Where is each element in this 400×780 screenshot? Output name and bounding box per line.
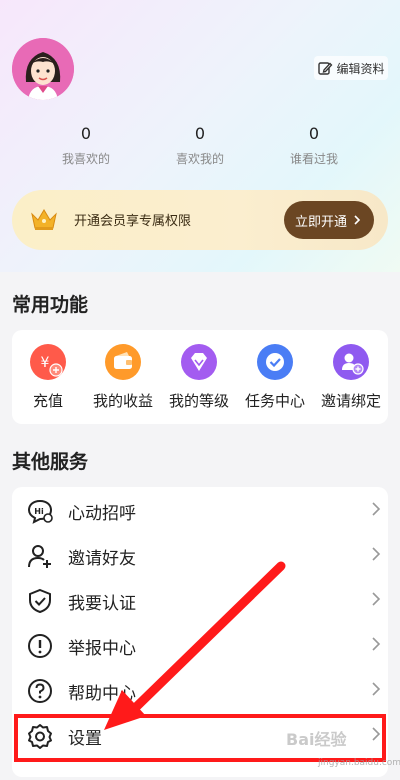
watermark: Bai经验 bbox=[286, 730, 347, 749]
shield-check-icon bbox=[29, 588, 51, 614]
function-label: 我的等级 bbox=[168, 392, 229, 410]
avatar[interactable] bbox=[12, 38, 74, 100]
stat-label: 喜欢我的 bbox=[175, 152, 224, 166]
chevron-right-icon bbox=[354, 215, 361, 225]
service-label: 帮助中心 bbox=[68, 684, 136, 704]
chevron-right-icon bbox=[372, 727, 381, 741]
chevron-right-icon bbox=[372, 592, 381, 606]
service-item-invite-friends[interactable]: 邀请好友 bbox=[12, 532, 388, 577]
function-label: 充值 bbox=[32, 392, 63, 410]
function-recharge[interactable]: ¥ 充值 bbox=[11, 344, 85, 411]
vip-banner[interactable]: 开通会员享专属权限 立即开通 bbox=[12, 190, 388, 250]
service-item-help[interactable]: 帮助中心 bbox=[12, 667, 388, 712]
recharge-icon: ¥ bbox=[30, 344, 66, 380]
vip-text: 开通会员享专属权限 bbox=[74, 214, 192, 229]
invite-user-icon bbox=[333, 344, 369, 380]
avatar-image bbox=[12, 38, 74, 100]
service-label: 设置 bbox=[68, 729, 102, 749]
chevron-right-icon bbox=[372, 547, 381, 561]
edit-icon bbox=[318, 62, 333, 75]
chevron-right-icon bbox=[372, 682, 381, 696]
stat-count: 0 bbox=[80, 124, 92, 143]
hi-chat-icon: Hi bbox=[27, 499, 53, 524]
svg-text:¥: ¥ bbox=[41, 355, 50, 371]
function-label: 任务中心 bbox=[244, 392, 305, 410]
service-item-verification[interactable]: 我要认证 bbox=[12, 577, 388, 622]
function-task-center[interactable]: 任务中心 bbox=[238, 344, 312, 411]
function-label: 我的收益 bbox=[92, 392, 153, 410]
diamond-icon bbox=[181, 344, 217, 380]
service-label: 我要认证 bbox=[68, 594, 136, 614]
add-friend-icon bbox=[28, 545, 51, 568]
chevron-right-icon bbox=[372, 502, 381, 516]
stat-label: 谁看过我 bbox=[289, 152, 338, 166]
common-functions-title: 常用功能 bbox=[12, 294, 89, 316]
chevron-right-icon bbox=[372, 637, 381, 651]
stat-liked[interactable]: 0 我喜欢的 bbox=[36, 124, 136, 167]
function-label: 邀请绑定 bbox=[320, 392, 381, 410]
help-icon bbox=[28, 679, 52, 703]
check-task-icon bbox=[257, 344, 293, 380]
settings-gear-icon bbox=[28, 724, 52, 749]
service-label: 邀请好友 bbox=[68, 549, 136, 569]
stat-count: 0 bbox=[308, 124, 320, 143]
edit-profile-label: 编辑资料 bbox=[336, 61, 385, 76]
report-icon bbox=[28, 634, 52, 658]
function-earnings[interactable]: 我的收益 bbox=[86, 344, 160, 411]
function-level[interactable]: 我的等级 bbox=[162, 344, 236, 411]
stat-visitors[interactable]: 0 谁看过我 bbox=[264, 124, 364, 167]
stat-label: 我喜欢的 bbox=[61, 152, 110, 166]
function-invite-bind[interactable]: 邀请绑定 bbox=[314, 344, 388, 411]
stat-liked-me[interactable]: 0 喜欢我的 bbox=[150, 124, 250, 167]
common-functions-card: ¥ 充值 我的收益 我的等级 任务中心 邀请绑定 bbox=[12, 330, 388, 424]
service-label: 心动招呼 bbox=[68, 504, 136, 524]
service-item-greeting[interactable]: Hi 心动招呼 bbox=[12, 487, 388, 532]
watermark-url: jingyan.baidu.com bbox=[318, 758, 400, 768]
wallet-icon bbox=[105, 344, 141, 380]
other-services-title: 其他服务 bbox=[12, 451, 89, 473]
service-item-report[interactable]: 举报中心 bbox=[12, 622, 388, 667]
svg-text:Hi: Hi bbox=[34, 507, 44, 516]
crown-icon bbox=[31, 209, 57, 230]
edit-profile-button[interactable]: 编辑资料 bbox=[314, 56, 388, 80]
open-vip-button[interactable]: 立即开通 bbox=[284, 201, 374, 239]
open-vip-label: 立即开通 bbox=[294, 214, 347, 230]
service-label: 举报中心 bbox=[68, 639, 136, 659]
stat-count: 0 bbox=[194, 124, 206, 143]
